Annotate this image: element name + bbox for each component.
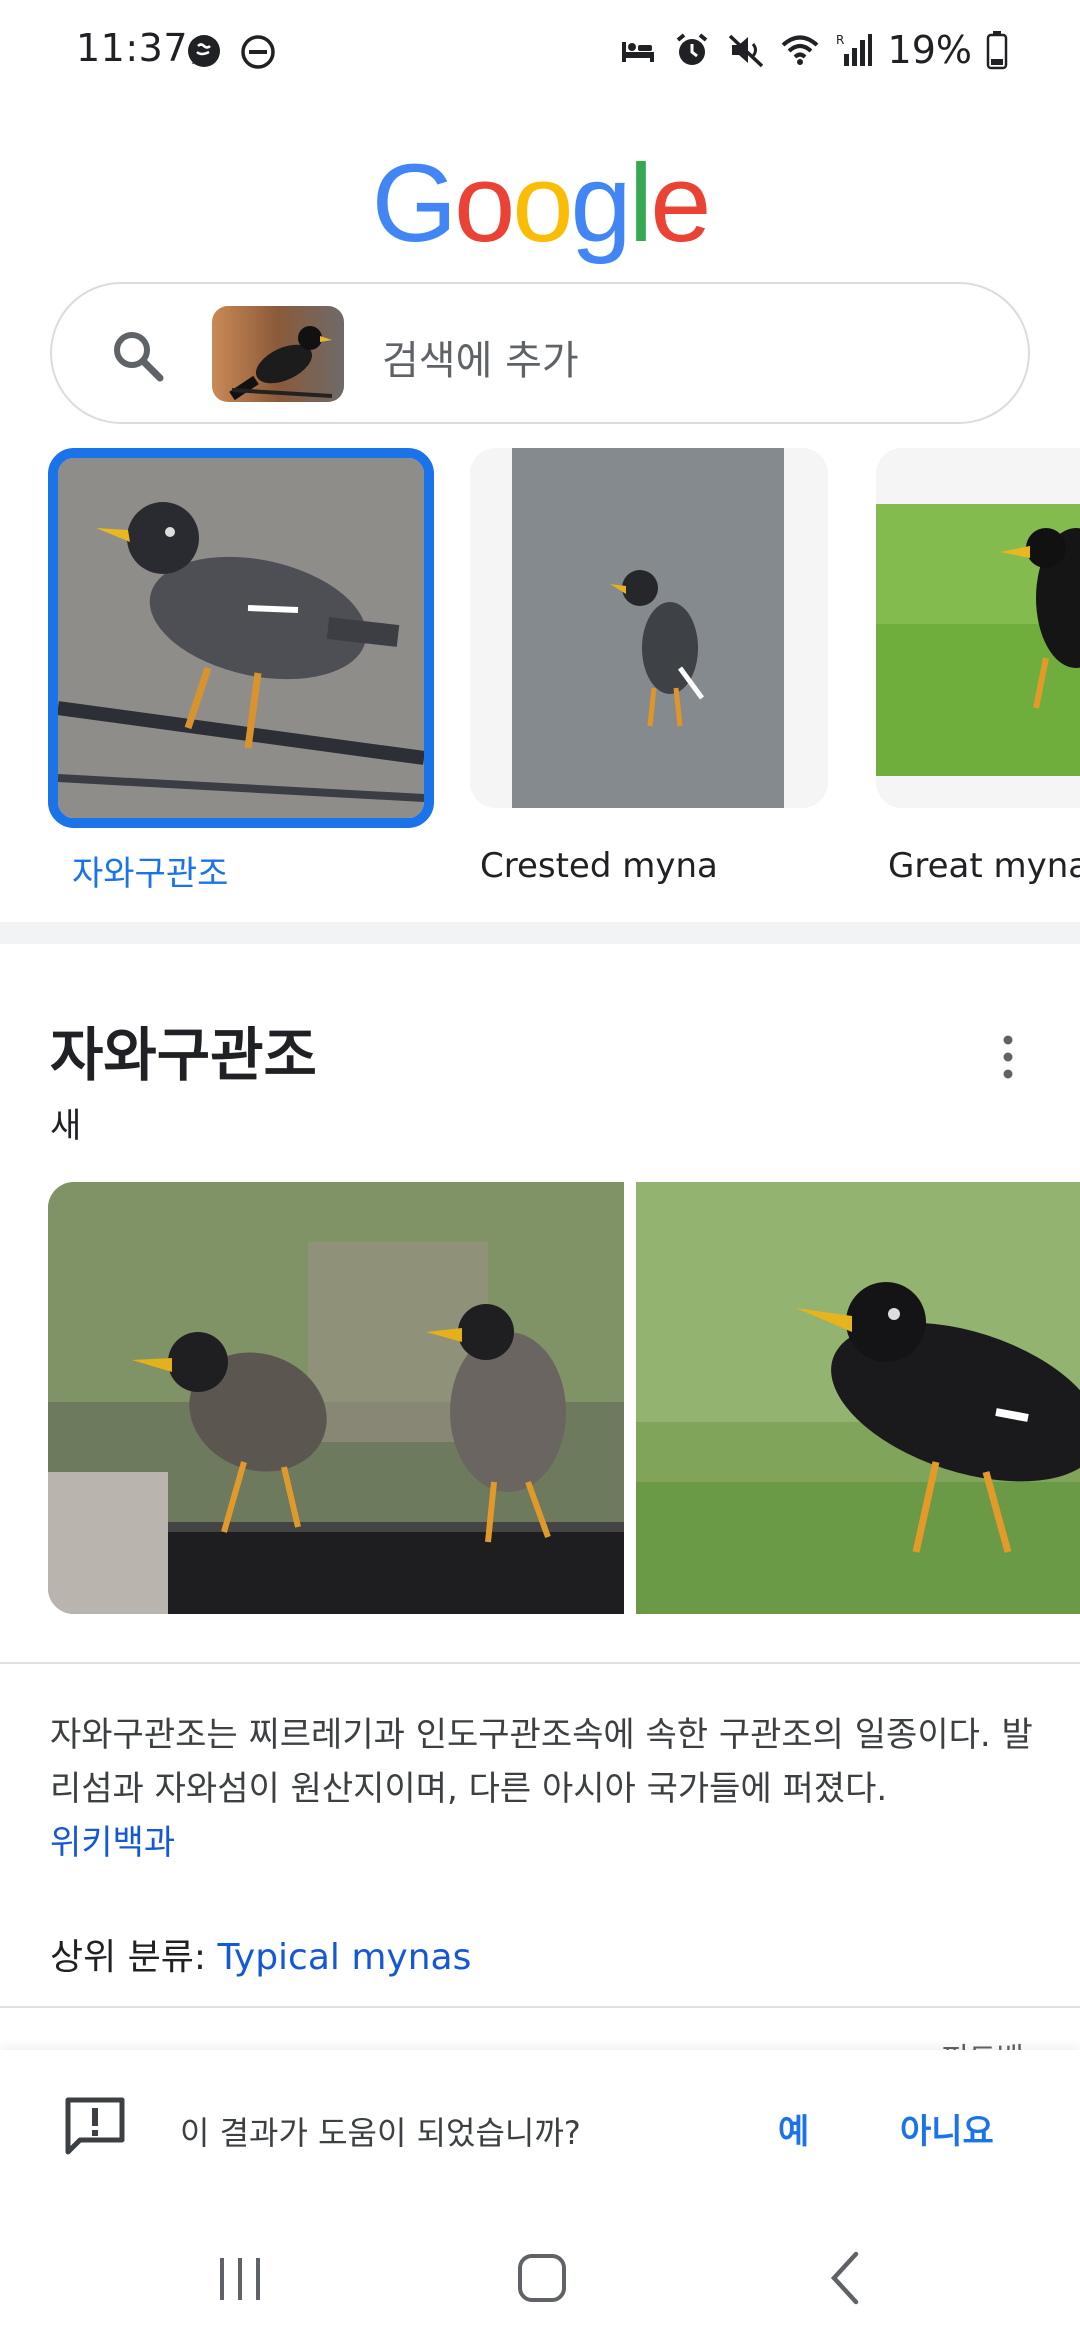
- divider: [0, 2006, 1080, 2008]
- logo-letter: l: [628, 142, 654, 265]
- match-label-3[interactable]: Great myna: [888, 846, 1080, 886]
- recent-apps-icon[interactable]: [208, 2246, 272, 2310]
- knowledge-panel-subtitle: 새: [50, 1106, 82, 1146]
- match-image-1[interactable]: [48, 448, 434, 828]
- do-not-disturb-icon: [241, 35, 275, 69]
- battery-icon: [986, 31, 1008, 70]
- feedback-bar: 이 결과가 도움이 되었습니까? 예 아니요: [0, 2050, 1080, 2216]
- knowledge-panel-description: 자와구관조는 찌르레기과 인도구관조속에 속한 구관조의 일종이다. 발리섬과 …: [50, 1708, 1040, 1870]
- back-icon[interactable]: [814, 2246, 878, 2310]
- parent-classification: 상위 분류: Typical mynas: [50, 1928, 471, 1980]
- feedback-question: 이 결과가 도움이 되었습니까?: [180, 2114, 581, 2152]
- svg-text:R: R: [836, 33, 844, 47]
- wikipedia-link[interactable]: 위키백과: [50, 1823, 175, 1863]
- bed-icon: [621, 42, 654, 62]
- knowledge-panel-title: 자와구관조: [50, 1021, 317, 1089]
- knowledge-image-1[interactable]: [48, 1182, 624, 1614]
- parent-label: 상위 분류:: [50, 1937, 218, 1978]
- match-image-3[interactable]: [876, 448, 1080, 808]
- logo-letter: G: [371, 142, 458, 265]
- signal-icon: R: [836, 33, 872, 66]
- logo-letter: o: [454, 142, 515, 265]
- knowledge-panel-images[interactable]: [48, 1182, 1080, 1616]
- logo-letter: e: [650, 142, 711, 265]
- match-label-1[interactable]: 자와구관조: [72, 846, 228, 895]
- visual-matches-carousel[interactable]: 자와구관조 Crested myna Great myna: [0, 448, 1080, 898]
- section-divider: [0, 922, 1080, 944]
- navigation-bar: [0, 2216, 1080, 2340]
- more-options-icon[interactable]: [996, 1032, 1020, 1082]
- status-bar: 11:37 R 19%: [0, 0, 1080, 100]
- status-time: 11:37: [76, 26, 189, 70]
- battery-percent: 19%: [887, 28, 972, 72]
- feedback-icon: [65, 2097, 125, 2155]
- feedback-yes-button[interactable]: 예: [778, 2104, 809, 2153]
- chat-bubble-icon: [188, 35, 220, 67]
- knowledge-image-2[interactable]: [636, 1182, 1080, 1614]
- match-image-2[interactable]: [470, 448, 828, 808]
- match-label-2[interactable]: Crested myna: [480, 846, 718, 886]
- description-text: 자와구관조는 찌르레기과 인도구관조속에 속한 구관조의 일종이다. 발리섬과 …: [50, 1715, 1033, 1809]
- search-bar[interactable]: 검색에 추가: [50, 282, 1030, 424]
- alarm-icon: [676, 33, 707, 65]
- logo-letter: o: [512, 142, 573, 265]
- parent-link[interactable]: Typical mynas: [218, 1937, 472, 1978]
- divider: [0, 1662, 1080, 1664]
- search-icon[interactable]: [108, 326, 168, 386]
- wifi-icon: [781, 35, 818, 65]
- home-icon[interactable]: [510, 2246, 574, 2310]
- search-input[interactable]: 검색에 추가: [382, 328, 579, 386]
- logo-letter: g: [570, 142, 632, 265]
- feedback-no-button[interactable]: 아니요: [900, 2104, 994, 2153]
- mute-icon: [728, 34, 763, 68]
- search-image-thumbnail[interactable]: [212, 306, 344, 402]
- google-logo: Google: [0, 140, 1080, 267]
